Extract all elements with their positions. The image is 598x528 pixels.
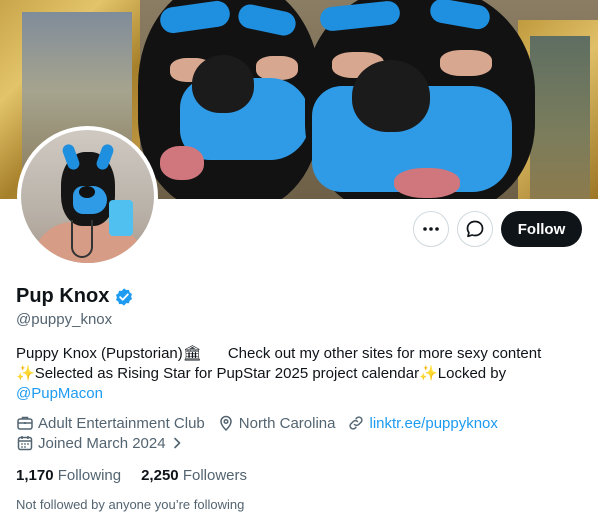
chevron-right-icon xyxy=(173,437,180,449)
profile-avatar[interactable] xyxy=(17,126,158,267)
more-horizontal-icon xyxy=(423,227,439,231)
sparkles-emoji: ✨ xyxy=(419,365,438,382)
classical-building-emoji: 🏛 xyxy=(182,345,202,362)
followers-you-know-notice: Not followed by anyone you’re following xyxy=(16,497,245,512)
website: linktr.ee/puppyknox xyxy=(347,414,498,432)
follow-button[interactable]: Follow xyxy=(501,211,582,247)
verified-badge-icon[interactable] xyxy=(114,287,134,307)
profile-name-row: Pup Knox xyxy=(16,285,134,308)
message-icon xyxy=(466,220,484,238)
followers-link[interactable]: 2,250 Followers xyxy=(141,467,247,484)
display-name: Pup Knox xyxy=(16,285,110,307)
follow-stats: 1,170 Following 2,250 Followers xyxy=(16,467,247,484)
joined-date[interactable]: Joined March 2024 xyxy=(16,434,184,452)
username-handle: @puppy_knox xyxy=(16,311,113,328)
location-pin-icon xyxy=(220,415,232,432)
website-link[interactable]: linktr.ee/puppyknox xyxy=(369,415,497,432)
following-link[interactable]: 1,170 Following xyxy=(16,467,121,484)
profile-bio: Puppy Knox (Pupstorian)🏛 Check out my oth… xyxy=(16,345,542,402)
mention-link[interactable]: @PupMacon xyxy=(16,385,103,402)
calendar-icon xyxy=(17,436,33,451)
phone xyxy=(109,200,133,236)
profile-meta: Adult Entertainment Club North Carolina … xyxy=(16,414,510,432)
more-options-button[interactable] xyxy=(413,211,449,247)
link-icon xyxy=(349,416,364,430)
profile-joined: Joined March 2024 xyxy=(16,434,196,452)
location: North Carolina xyxy=(217,414,335,432)
briefcase-icon xyxy=(17,416,33,430)
message-button[interactable] xyxy=(457,211,493,247)
sparkles-emoji: ✨ xyxy=(16,365,35,382)
category: Adult Entertainment Club xyxy=(16,414,205,432)
